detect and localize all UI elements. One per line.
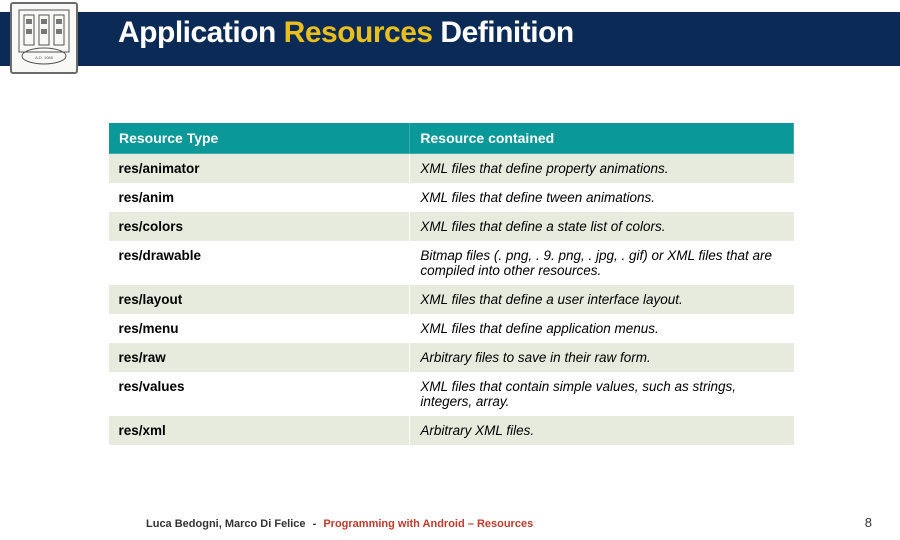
cell-desc: XML files that define property animation… <box>410 154 794 184</box>
title-part1: Application <box>118 16 284 49</box>
table-row: res/valuesXML files that contain simple … <box>109 372 794 416</box>
table-row: res/rawArbitrary files to save in their … <box>109 343 794 372</box>
cell-desc: Arbitrary XML files. <box>410 416 794 445</box>
header-type: Resource Type <box>109 123 410 154</box>
cell-type: res/layout <box>109 285 410 314</box>
page-number: 8 <box>865 515 872 530</box>
cell-type: res/drawable <box>109 241 410 285</box>
table-row: res/animXML files that define tween anim… <box>109 183 794 212</box>
table-header-row: Resource Type Resource contained <box>109 123 794 154</box>
cell-type: res/colors <box>109 212 410 241</box>
cell-type: res/raw <box>109 343 410 372</box>
slide-title: Application Resources Definition <box>118 16 574 50</box>
resources-table-wrap: Resource Type Resource contained res/ani… <box>108 122 794 445</box>
table-row: res/drawableBitmap files (. png, . 9. pn… <box>109 241 794 285</box>
cell-desc: XML files that contain simple values, su… <box>410 372 794 416</box>
title-accent: Resources <box>284 16 433 49</box>
table-row: res/xmlArbitrary XML files. <box>109 416 794 445</box>
cell-type: res/menu <box>109 314 410 343</box>
table-row: res/menuXML files that define applicatio… <box>109 314 794 343</box>
footer-left: Luca Bedogni, Marco Di Felice - Programm… <box>146 518 533 530</box>
cell-desc: XML files that define a user interface l… <box>410 285 794 314</box>
university-seal-logo: A.D. 1088 <box>10 2 78 74</box>
footer-course: Programming with Android – Resources <box>323 518 533 530</box>
cell-desc: XML files that define application menus. <box>410 314 794 343</box>
cell-desc: XML files that define a state list of co… <box>410 212 794 241</box>
cell-type: res/xml <box>109 416 410 445</box>
cell-type: res/values <box>109 372 410 416</box>
title-part2: Definition <box>433 16 574 49</box>
resources-table: Resource Type Resource contained res/ani… <box>108 122 794 445</box>
table-row: res/layoutXML files that define a user i… <box>109 285 794 314</box>
slide: A.D. 1088 Application Resources Definiti… <box>0 0 900 540</box>
cell-type: res/anim <box>109 183 410 212</box>
svg-text:A.D. 1088: A.D. 1088 <box>35 55 54 60</box>
cell-desc: Arbitrary files to save in their raw for… <box>410 343 794 372</box>
cell-desc: Bitmap files (. png, . 9. png, . jpg, . … <box>410 241 794 285</box>
footer-authors: Luca Bedogni, Marco Di Felice <box>146 518 306 530</box>
cell-desc: XML files that define tween animations. <box>410 183 794 212</box>
footer-sep: - <box>313 518 317 530</box>
seal-icon: A.D. 1088 <box>18 9 70 67</box>
cell-type: res/animator <box>109 154 410 184</box>
table-row: res/animatorXML files that define proper… <box>109 154 794 184</box>
header-desc: Resource contained <box>410 123 794 154</box>
table-row: res/colorsXML files that define a state … <box>109 212 794 241</box>
